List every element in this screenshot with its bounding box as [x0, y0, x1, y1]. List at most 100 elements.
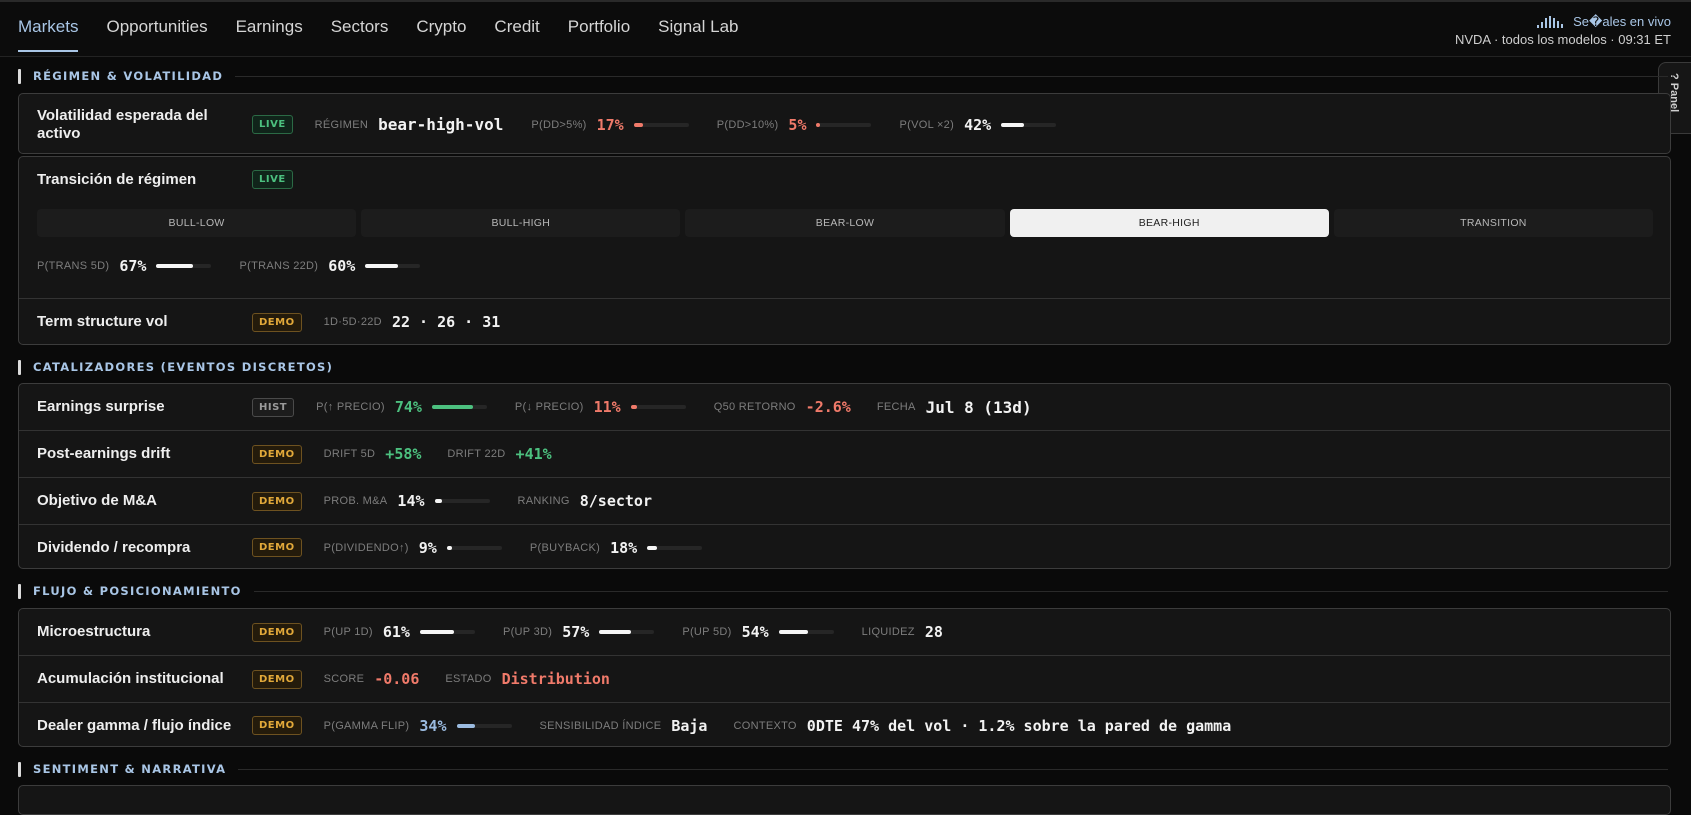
tab-crypto[interactable]: Crypto [416, 16, 466, 52]
metric-label: P(DD>10%) [716, 118, 779, 131]
metric-value: 28 [924, 623, 943, 641]
metric-label: P(UP 3D) [502, 626, 553, 638]
dividend-row: Dividendo / recompra DEMO P(DIVIDENDO↑) … [19, 525, 1670, 570]
earnings-row: Earnings surprise HIST P(↑ PRECIO) 74% P… [19, 384, 1670, 430]
probability-bar [431, 405, 487, 409]
metric-label: LIQUIDEZ [861, 626, 915, 638]
metric-label: SCORE [323, 673, 365, 685]
live-signal-indicator: Se�ales en vivo [1455, 14, 1671, 30]
tab-sectors[interactable]: Sectors [331, 16, 389, 52]
probability-bar-fill [456, 723, 476, 728]
metric-label: P(↓ PRECIO) [514, 401, 584, 413]
row-title: Volatilidad esperada del activo [37, 106, 208, 142]
metric-value: 34% [419, 716, 447, 735]
demo-badge: DEMO [252, 669, 302, 689]
context-subline: NVDA · todos los modelos · 09:31 ET [1454, 32, 1671, 47]
metric-label: FECHA [876, 401, 916, 413]
section-header-regime: RÉGIMEN & VOLATILIDAD [18, 68, 1668, 84]
hist-badge: HIST [252, 397, 295, 417]
regime-option[interactable]: BULL-HIGH [361, 209, 681, 237]
section-divider [235, 75, 1668, 77]
tab-credit[interactable]: Credit [494, 16, 539, 52]
probability-bar-fill [434, 499, 443, 503]
metric-value: 54% [741, 623, 769, 641]
regime-option[interactable]: BEAR-LOW [685, 209, 1005, 237]
section-title: CATALIZADORES (EVENTOS DISCRETOS) [33, 360, 334, 374]
metric-label: RANKING [517, 495, 570, 507]
drift-row: Post-earnings drift DEMO DRIFT 5D +58% D… [19, 431, 1670, 477]
metric-value: 74% [394, 398, 422, 416]
metric-value: 17% [596, 115, 624, 134]
live-status: Se�ales en vivo NVDA · todos los modelos… [1455, 14, 1671, 47]
regime-option[interactable]: TRANSITION [1333, 209, 1654, 237]
tab-opportunities[interactable]: Opportunities [106, 16, 207, 52]
metric-value: 42% [964, 115, 992, 134]
regimen-value: bear-high-vol [378, 115, 504, 134]
metric-label: CONTEXTO [733, 719, 797, 732]
metric-value: +58% [385, 445, 422, 463]
section-header-flow: FLUJO & POSICIONAMIENTO [18, 583, 1668, 599]
row-title: Acumulación institucional [37, 670, 224, 687]
metric-value: 60% [328, 257, 356, 275]
probability-bar-fill [633, 122, 644, 127]
row-title: Objetivo de M&A [37, 492, 158, 509]
signal-bars-icon [1537, 16, 1565, 28]
probability-bar-fill [816, 122, 820, 127]
row-title: Term structure vol [37, 313, 168, 330]
metric-value: Distribution [501, 670, 610, 688]
regime-option-active[interactable]: BEAR-HIGH [1009, 209, 1329, 237]
metric-value: 11% [593, 398, 621, 416]
transition-metrics-row: P(TRANS 5D) 67% P(TRANS 22D) 60% [19, 244, 1670, 288]
sentiment-card [18, 785, 1671, 815]
metric-label: P(DIVIDENDO↑) [323, 541, 409, 554]
metric-label: P(↑ PRECIO) [316, 401, 385, 413]
transition-card: Transición de régimen LIVE BULL-LOW BULL… [18, 156, 1671, 345]
probability-bar-fill [446, 545, 452, 550]
metric-label: PROB. M&A [323, 495, 388, 507]
metric-label: Q50 RETORNO [713, 401, 796, 413]
probability-bar [419, 630, 475, 634]
metric-label: P(VOL ×2) [899, 118, 955, 131]
live-badge: LIVE [252, 115, 293, 134]
section-marker [18, 359, 21, 375]
volatility-card: Volatilidad esperada del activo LIVE RÉG… [18, 93, 1671, 154]
probability-bar [365, 264, 421, 268]
tab-portfolio[interactable]: Portfolio [568, 16, 630, 52]
probability-bar [1001, 122, 1057, 127]
probability-bar-fill [156, 264, 194, 268]
metric-value: 5% [788, 115, 807, 134]
regime-option[interactable]: BULL-LOW [37, 209, 357, 237]
metric-value: Jul 8 (13d) [925, 397, 1032, 417]
ma-row: Objetivo de M&A DEMO PROB. M&A 14% RANKI… [19, 478, 1670, 524]
metric-value: +41% [515, 445, 552, 463]
regimen-label: RÉGIMEN [314, 118, 369, 131]
demo-badge: DEMO [252, 716, 302, 735]
probability-bar [456, 723, 512, 728]
section-header-sentiment: SENTIMENT & NARRATIVA [18, 761, 1668, 777]
tab-signal-lab[interactable]: Signal Lab [658, 16, 738, 52]
row-title: Post-earnings drift [37, 445, 171, 462]
row-title: Transición de régimen [37, 170, 197, 188]
probability-bar-fill [1001, 122, 1025, 127]
term-structure-row: Term structure vol DEMO 1D·5D·22D 22 · 2… [19, 299, 1670, 345]
metric-label: SENSIBILIDAD ÍNDICE [539, 719, 662, 732]
probability-bar-fill [599, 630, 631, 634]
metric-value: Baja [671, 716, 708, 735]
section-divider [253, 590, 1668, 592]
probability-bar-fill [647, 545, 658, 550]
regime-selector: BULL-LOW BULL-HIGH BEAR-LOW BEAR-HIGH TR… [37, 209, 1654, 237]
metric-label: P(UP 5D) [682, 626, 732, 638]
probability-bar-fill [431, 405, 473, 409]
probability-bar-fill [419, 630, 454, 634]
metric-label: DRIFT 5D [323, 448, 376, 460]
metric-value: -2.6% [805, 398, 851, 416]
metric-label: P(TRANS 5D) [37, 260, 110, 272]
probability-bar [633, 122, 689, 127]
tab-earnings[interactable]: Earnings [236, 16, 303, 52]
probability-bar-fill [630, 405, 637, 409]
metric-label: P(DD>5%) [531, 118, 587, 131]
metric-value: 61% [382, 623, 410, 641]
probability-bar [778, 630, 834, 634]
section-title: RÉGIMEN & VOLATILIDAD [33, 69, 224, 83]
tab-markets[interactable]: Markets [18, 16, 79, 52]
